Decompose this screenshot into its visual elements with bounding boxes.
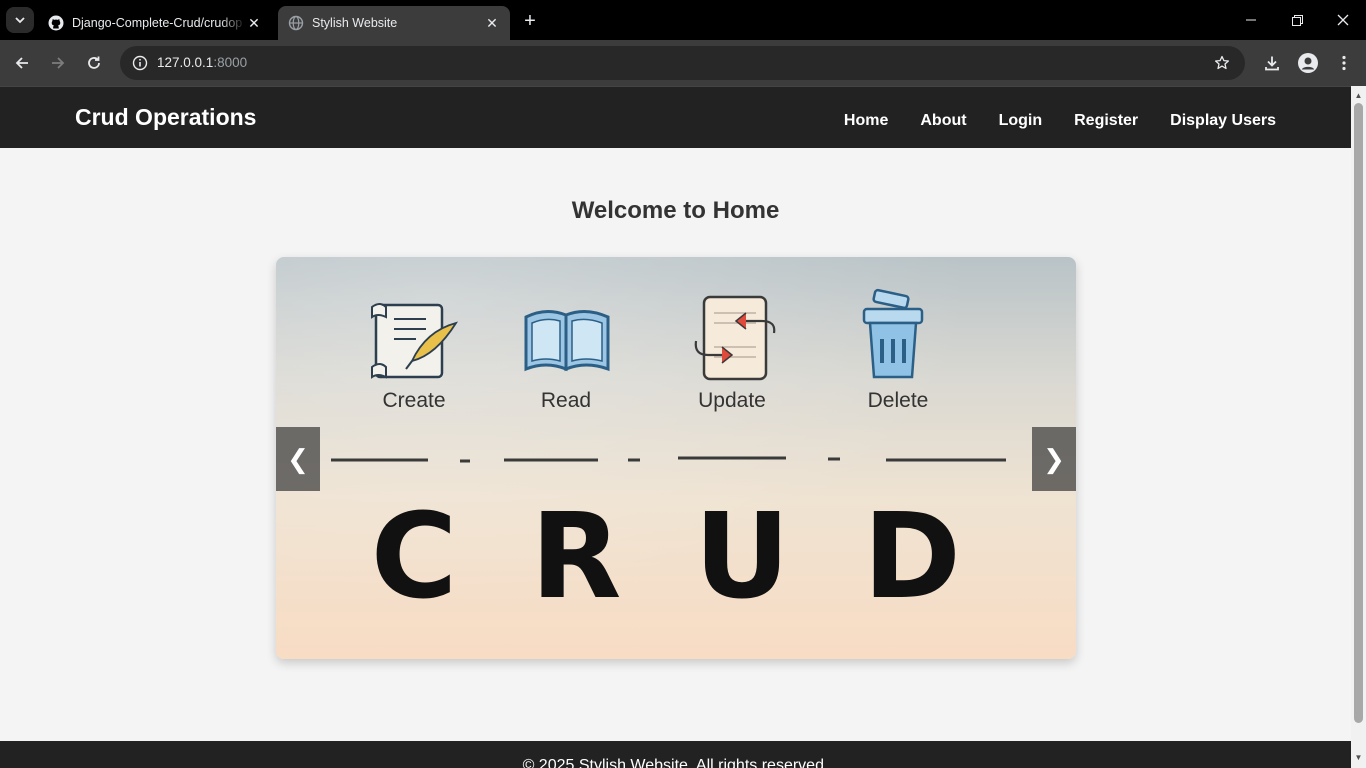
minimize-icon	[1246, 19, 1256, 21]
crud-letter-r: R	[531, 487, 622, 625]
back-button[interactable]	[8, 49, 36, 77]
site-brand[interactable]: Crud Operations	[75, 104, 256, 131]
browser-toolbar: 127.0.0.1:8000	[0, 40, 1366, 86]
nav-about-link[interactable]: About	[920, 112, 966, 130]
profile-button[interactable]	[1294, 49, 1322, 77]
crud-slide-image: Create Read Update Delete C R U D	[331, 288, 1006, 625]
arrow-left-icon	[15, 57, 28, 69]
browser-tab-stylish-website[interactable]: Stylish Website ✕	[278, 6, 510, 40]
close-tab-icon[interactable]: ✕	[246, 15, 262, 31]
arrow-right-icon	[52, 57, 65, 69]
trash-can-icon	[862, 288, 924, 379]
avatar-icon	[1298, 53, 1318, 73]
nav-display-users-link[interactable]: Display Users	[1170, 112, 1276, 130]
carousel-next-button[interactable]: ❯	[1032, 427, 1076, 491]
crud-letter-u: U	[694, 487, 790, 625]
tab-search-button[interactable]	[6, 7, 34, 33]
footer-copyright: © 2025 Stylish Website. All rights reser…	[522, 757, 829, 768]
read-label: Read	[541, 389, 591, 412]
browser-menu-button[interactable]	[1330, 49, 1358, 77]
scrollbar-thumb[interactable]	[1354, 103, 1363, 723]
restore-button[interactable]	[1274, 0, 1320, 40]
bookmark-star-icon[interactable]	[1211, 52, 1233, 74]
reload-icon	[88, 56, 100, 69]
restore-icon	[1291, 14, 1303, 26]
download-icon	[1265, 56, 1279, 71]
crud-letter-d: D	[863, 487, 961, 625]
site-info-icon[interactable]	[128, 51, 152, 75]
page-scrollbar[interactable]: ▲ ▼	[1351, 86, 1366, 768]
browser-tab-github[interactable]: Django-Complete-Crud/crudop ✕	[38, 6, 272, 40]
browser-tab-bar: Django-Complete-Crud/crudop ✕ Stylish We…	[0, 0, 1366, 40]
tab-title: Django-Complete-Crud/crudop	[72, 16, 243, 30]
scroll-down-arrow-icon[interactable]: ▼	[1351, 750, 1366, 765]
url-port: :8000	[213, 55, 248, 70]
crud-letter-c: C	[371, 487, 458, 625]
nav-home-link[interactable]: Home	[844, 112, 888, 130]
carousel-prev-button[interactable]: ❮	[276, 427, 320, 491]
globe-icon	[288, 15, 304, 31]
close-icon	[1337, 14, 1349, 26]
tab-title: Stylish Website	[312, 16, 398, 30]
address-bar[interactable]: 127.0.0.1:8000	[120, 46, 1245, 80]
more-vertical-icon	[1342, 55, 1346, 71]
site-footer: © 2025 Stylish Website. All rights reser…	[0, 741, 1351, 768]
close-tab-icon[interactable]: ✕	[484, 15, 500, 31]
create-label: Create	[382, 389, 445, 412]
image-carousel: Create Read Update Delete C R U D ❮ ❯	[276, 257, 1076, 659]
nav-register-link[interactable]: Register	[1074, 112, 1138, 130]
update-label: Update	[698, 389, 766, 412]
new-tab-button[interactable]: +	[518, 9, 542, 33]
minimize-button[interactable]	[1228, 0, 1274, 40]
scroll-quill-icon	[371, 303, 458, 379]
close-window-button[interactable]	[1320, 0, 1366, 40]
url-host: 127.0.0.1	[157, 55, 214, 70]
reload-button[interactable]	[80, 49, 108, 77]
page-viewport: Crud Operations Home About Login Registe…	[0, 86, 1366, 768]
site-header: Crud Operations Home About Login Registe…	[0, 86, 1351, 148]
nav-login-link[interactable]: Login	[999, 112, 1043, 130]
downloads-button[interactable]	[1258, 49, 1286, 77]
page-title: Welcome to Home	[571, 197, 780, 224]
update-document-icon	[694, 295, 776, 381]
github-icon	[48, 15, 64, 31]
open-book-icon	[524, 310, 610, 372]
main-nav: Home About Login Register Display Users	[812, 112, 1276, 130]
url-text: 127.0.0.1:8000	[157, 55, 247, 70]
forward-button[interactable]	[44, 49, 72, 77]
scroll-up-arrow-icon[interactable]: ▲	[1351, 88, 1366, 103]
chevron-down-icon	[15, 17, 25, 24]
dash-separator	[331, 456, 1006, 463]
delete-label: Delete	[868, 389, 929, 412]
